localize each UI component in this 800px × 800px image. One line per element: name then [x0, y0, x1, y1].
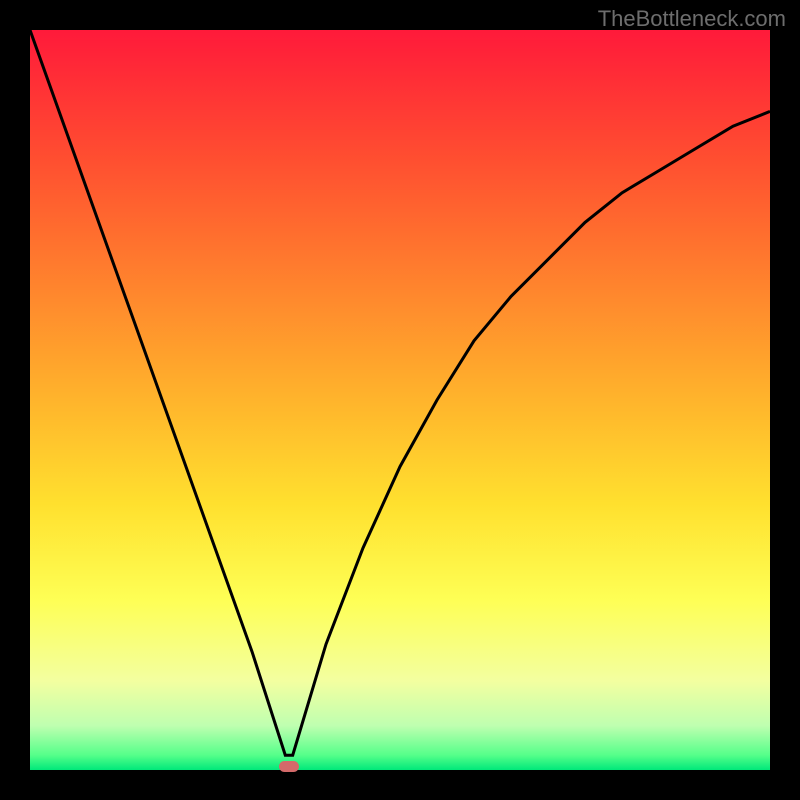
minimum-marker — [279, 761, 299, 772]
chart-plot-area — [30, 30, 770, 770]
curve-path — [30, 30, 770, 755]
watermark-label: TheBottleneck.com — [598, 6, 786, 32]
line-curve — [30, 30, 770, 770]
